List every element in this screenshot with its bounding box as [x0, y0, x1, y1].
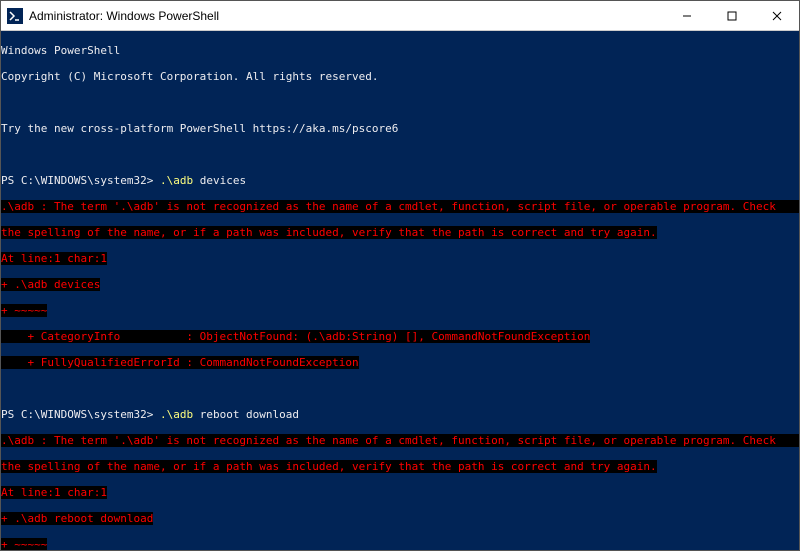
error-line: + CategoryInfo : ObjectNotFound: (.\adb:… — [1, 330, 799, 343]
cmd-token: reboot download — [200, 408, 299, 421]
titlebar[interactable]: Administrator: Windows PowerShell — [1, 1, 799, 31]
prompt-line: PS C:\WINDOWS\system32> .\adb reboot dow… — [1, 408, 799, 421]
powershell-window: Administrator: Windows PowerShell Window… — [0, 0, 800, 551]
error-line: At line:1 char:1 — [1, 252, 799, 265]
error-line: + ~~~~~ — [1, 304, 799, 317]
error-line: .\adb : The term '.\adb' is not recogniz… — [1, 434, 799, 447]
error-line: + .\adb reboot download — [1, 512, 799, 525]
error-line: At line:1 char:1 — [1, 486, 799, 499]
cmd-token: devices — [200, 174, 246, 187]
error-line: + FullyQualifiedErrorId : CommandNotFoun… — [1, 356, 799, 369]
minimize-button[interactable] — [664, 1, 709, 30]
blank-line — [1, 382, 799, 395]
error-line: .\adb : The term '.\adb' is not recogniz… — [1, 200, 799, 213]
prompt-prefix: PS C:\WINDOWS\system32> — [1, 174, 160, 187]
error-line: the spelling of the name, or if a path w… — [1, 460, 799, 473]
cmd-token: .\adb — [160, 408, 200, 421]
intro-line: Copyright (C) Microsoft Corporation. All… — [1, 70, 799, 83]
maximize-button[interactable] — [709, 1, 754, 30]
powershell-icon — [7, 8, 23, 24]
cmd-token: .\adb — [160, 174, 200, 187]
blank-line — [1, 148, 799, 161]
error-line: + ~~~~~ — [1, 538, 799, 550]
prompt-prefix: PS C:\WINDOWS\system32> — [1, 408, 160, 421]
close-button[interactable] — [754, 1, 799, 30]
error-line: the spelling of the name, or if a path w… — [1, 226, 799, 239]
error-line: + .\adb devices — [1, 278, 799, 291]
window-controls — [664, 1, 799, 30]
terminal-area[interactable]: Windows PowerShell Copyright (C) Microso… — [1, 31, 799, 550]
window-title: Administrator: Windows PowerShell — [29, 9, 664, 23]
blank-line — [1, 96, 799, 109]
prompt-line: PS C:\WINDOWS\system32> .\adb devices — [1, 174, 799, 187]
intro-line: Windows PowerShell — [1, 44, 799, 57]
intro-line: Try the new cross-platform PowerShell ht… — [1, 122, 799, 135]
